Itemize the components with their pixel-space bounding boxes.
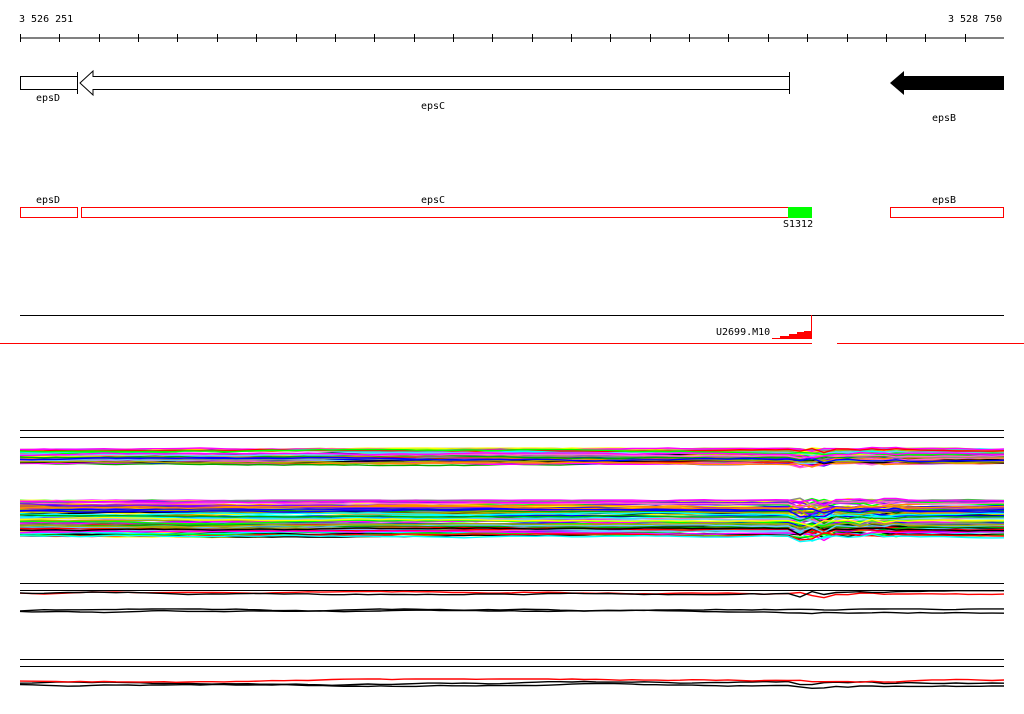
gene-epsD-arrow[interactable] — [20, 76, 78, 90]
gene-epsB-arrow[interactable] — [890, 71, 1004, 95]
coordinate-ruler — [20, 34, 1004, 42]
peak-track — [0, 315, 1024, 344]
expression-tracks — [19, 430, 1005, 690]
feature-epsD[interactable] — [20, 207, 78, 218]
gene-track — [20, 69, 1004, 97]
gene-label-epsC: epsC — [421, 101, 446, 112]
feature-epsC[interactable] — [81, 207, 789, 218]
site-S1312[interactable] — [788, 207, 812, 218]
feature-label-epsB: epsB — [932, 195, 957, 206]
feature-epsB[interactable] — [890, 207, 1004, 218]
genome-browser-canvas — [0, 34, 1024, 690]
ruler-start-label: 3 526 251 — [19, 14, 74, 25]
gene-epsC-arrow[interactable] — [79, 69, 790, 97]
feature-label-epsD: epsD — [36, 195, 61, 206]
feature-track — [20, 207, 1004, 218]
peak-label: U2699.M10 — [716, 327, 771, 338]
ruler-end-label: 3 528 750 — [948, 14, 1003, 25]
expression-profile-line — [19, 678, 1005, 684]
peak-U2699-M10[interactable] — [772, 331, 811, 339]
feature-label-epsC: epsC — [421, 195, 446, 206]
expression-profile-line — [19, 609, 1005, 615]
gene-label-epsB: epsB — [932, 113, 957, 124]
site-label: S1312 — [783, 219, 814, 230]
gene-label-epsD: epsD — [36, 93, 61, 104]
